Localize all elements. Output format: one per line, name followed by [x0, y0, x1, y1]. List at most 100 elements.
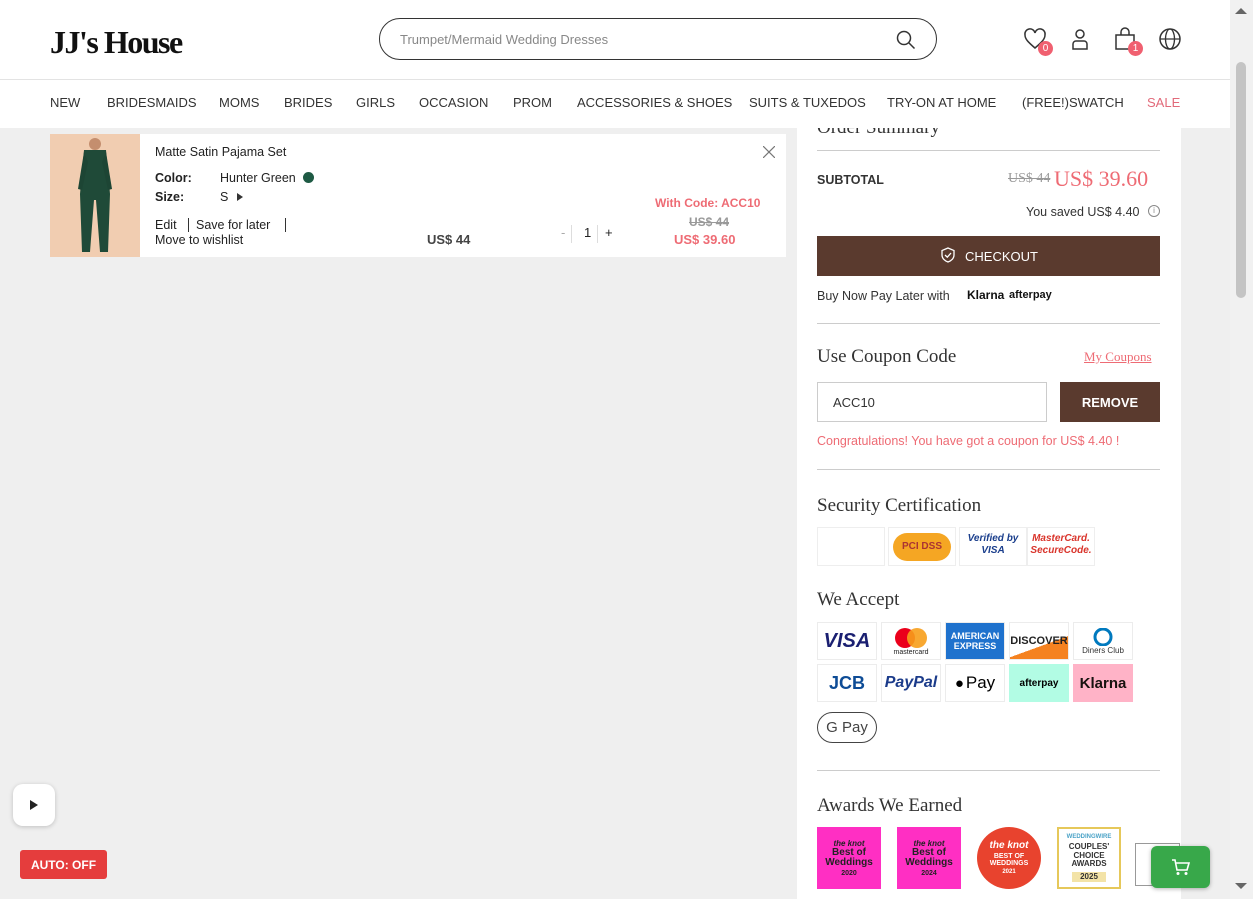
bag-count-badge: 1: [1128, 41, 1143, 56]
awards-title: Awards We Earned: [817, 795, 963, 816]
my-coupons-link[interactable]: My Coupons: [1084, 349, 1152, 365]
color-label: Color:: [155, 171, 192, 185]
shield-check-icon: [941, 247, 955, 263]
size-caret-icon[interactable]: [237, 193, 243, 201]
link-divider: [188, 218, 189, 232]
product-name[interactable]: Matte Satin Pajama Set: [155, 145, 286, 159]
mastercard-card: mastercard: [881, 622, 941, 660]
scrollbar-thumb[interactable]: [1236, 62, 1246, 298]
mastercard-circles-icon: [895, 627, 927, 648]
product-image[interactable]: [50, 134, 140, 257]
coupon-success-message: Congratulations! You have got a coupon f…: [817, 434, 1120, 448]
globe-icon[interactable]: [1158, 27, 1182, 51]
nav-free-swatch[interactable]: (FREE!)SWATCH: [1022, 95, 1124, 110]
saved-amount: You saved US$ 4.40: [1026, 205, 1140, 219]
code-note: With Code: ACC10: [655, 196, 761, 210]
verified-by-visa-badge: Verified by VISA: [959, 527, 1027, 566]
nav-new[interactable]: NEW: [50, 95, 80, 110]
search-input[interactable]: [400, 29, 880, 49]
edit-link[interactable]: Edit: [155, 218, 177, 232]
color-swatch: [303, 172, 314, 183]
nav-bridesmaids[interactable]: BRIDESMAIDS: [107, 95, 197, 110]
save-for-later-link[interactable]: Save for later: [196, 218, 270, 232]
wishlist-count-badge: 0: [1038, 41, 1053, 56]
size-value[interactable]: S: [220, 190, 228, 204]
apple-pay-card: ● Pay: [945, 664, 1005, 702]
floating-cart-button[interactable]: [1151, 846, 1210, 888]
coupon-code-input[interactable]: [817, 382, 1047, 422]
subtotal-label: SUBTOTAL: [817, 173, 884, 187]
google-pay-card: G Pay: [817, 712, 877, 743]
afterpay-card: afterpay: [1009, 664, 1069, 702]
klarna-logo: Klarna: [967, 288, 1005, 302]
amex-card: AMERICAN EXPRESS: [945, 622, 1005, 660]
checkout-button[interactable]: CHECKOUT: [817, 236, 1160, 276]
nav-occasion[interactable]: OCCASION: [419, 95, 488, 110]
subtotal-final: US$ 39.60: [1054, 166, 1149, 191]
scroll-up-icon[interactable]: [1235, 8, 1247, 14]
divider: [817, 150, 1160, 151]
nav-sale[interactable]: SALE: [1147, 95, 1180, 110]
site-header: JJ's House 0 1 NEW BRIDESMAIDS MOMS BRID…: [0, 0, 1230, 128]
afterpay-logo: afterpay: [1009, 289, 1052, 301]
bnpl-label: Buy Now Pay Later with: [817, 289, 950, 303]
visa-card: VISA: [817, 622, 877, 660]
apple-icon: ●: [954, 674, 964, 692]
search-icon[interactable]: [896, 30, 916, 55]
nav-prom[interactable]: PROM: [513, 95, 552, 110]
klarna-card: Klarna: [1073, 664, 1133, 702]
video-play-button[interactable]: [13, 784, 55, 826]
award-badge: WEDDINGWIRE COUPLES' CHOICE AWARDS 2025: [1057, 827, 1121, 889]
award-badge: the knot Best of Weddings 2020: [817, 827, 881, 889]
paypal-card: PayPal: [881, 664, 941, 702]
nav-try-on-at-home[interactable]: TRY-ON AT HOME: [887, 95, 996, 110]
header-divider: [0, 79, 1230, 80]
diners-club-icon: [1093, 627, 1113, 646]
security-badge-blank: [817, 527, 885, 566]
nav-brides[interactable]: BRIDES: [284, 95, 332, 110]
quantity-stepper: - 1 +: [556, 223, 620, 247]
search-bar[interactable]: [379, 18, 937, 60]
link-divider: [285, 218, 286, 232]
cart-item: Matte Satin Pajama Set Color: Hunter Gre…: [50, 134, 786, 257]
close-icon[interactable]: [762, 145, 776, 163]
shopping-bag-icon[interactable]: 1: [1113, 27, 1143, 56]
remove-coupon-button[interactable]: REMOVE: [1060, 382, 1160, 422]
brand-logo[interactable]: JJ's House: [50, 24, 183, 61]
jcb-card: JCB: [817, 664, 877, 702]
nav-moms[interactable]: MOMS: [219, 95, 259, 110]
mastercard-securecode-badge: MasterCard. SecureCode.: [1027, 527, 1095, 566]
award-badge: the knot BEST OF WEDDINGS 2021: [977, 827, 1041, 889]
account-icon[interactable]: [1068, 27, 1092, 51]
decrease-quantity-button[interactable]: -: [561, 225, 565, 240]
security-title: Security Certification: [817, 495, 982, 516]
auto-toggle-button[interactable]: AUTO: OFF: [20, 850, 107, 879]
discounted-price: US$ 39.60: [674, 232, 736, 247]
quantity-value[interactable]: 1: [584, 225, 591, 240]
divider: [817, 469, 1160, 470]
order-summary-panel: Order Summary SUBTOTAL US$ 44 US$ 39.60 …: [797, 0, 1181, 899]
nav-girls[interactable]: GIRLS: [356, 95, 395, 110]
info-icon[interactable]: i: [1148, 205, 1160, 217]
cart-icon: [1172, 859, 1191, 875]
checkout-label: CHECKOUT: [965, 249, 1038, 264]
pci-dss-badge: PCI DSS: [888, 527, 956, 566]
stepper-divider: [571, 225, 572, 243]
size-label: Size:: [155, 190, 185, 204]
original-price: US$ 44: [689, 215, 730, 229]
move-to-wishlist-link[interactable]: Move to wishlist: [155, 233, 243, 247]
divider: [817, 770, 1160, 771]
discover-card: DISCOVER: [1009, 622, 1069, 660]
nav-accessories-shoes[interactable]: ACCESSORIES & SHOES: [577, 95, 732, 110]
coupon-title: Use Coupon Code: [817, 346, 957, 367]
award-badge: the knot Best of Weddings 2024: [897, 827, 961, 889]
nav-suits-tuxedos[interactable]: SUITS & TUXEDOS: [749, 95, 866, 110]
subtotal-original: US$ 44: [1008, 171, 1051, 186]
diners-club-card: Diners Club: [1073, 622, 1133, 660]
divider: [817, 323, 1160, 324]
unit-price: US$ 44: [427, 232, 471, 247]
increase-quantity-button[interactable]: +: [605, 225, 613, 240]
wishlist-icon[interactable]: 0: [1023, 27, 1053, 56]
page-scrollbar[interactable]: [1230, 0, 1253, 899]
scroll-down-icon[interactable]: [1235, 883, 1247, 889]
